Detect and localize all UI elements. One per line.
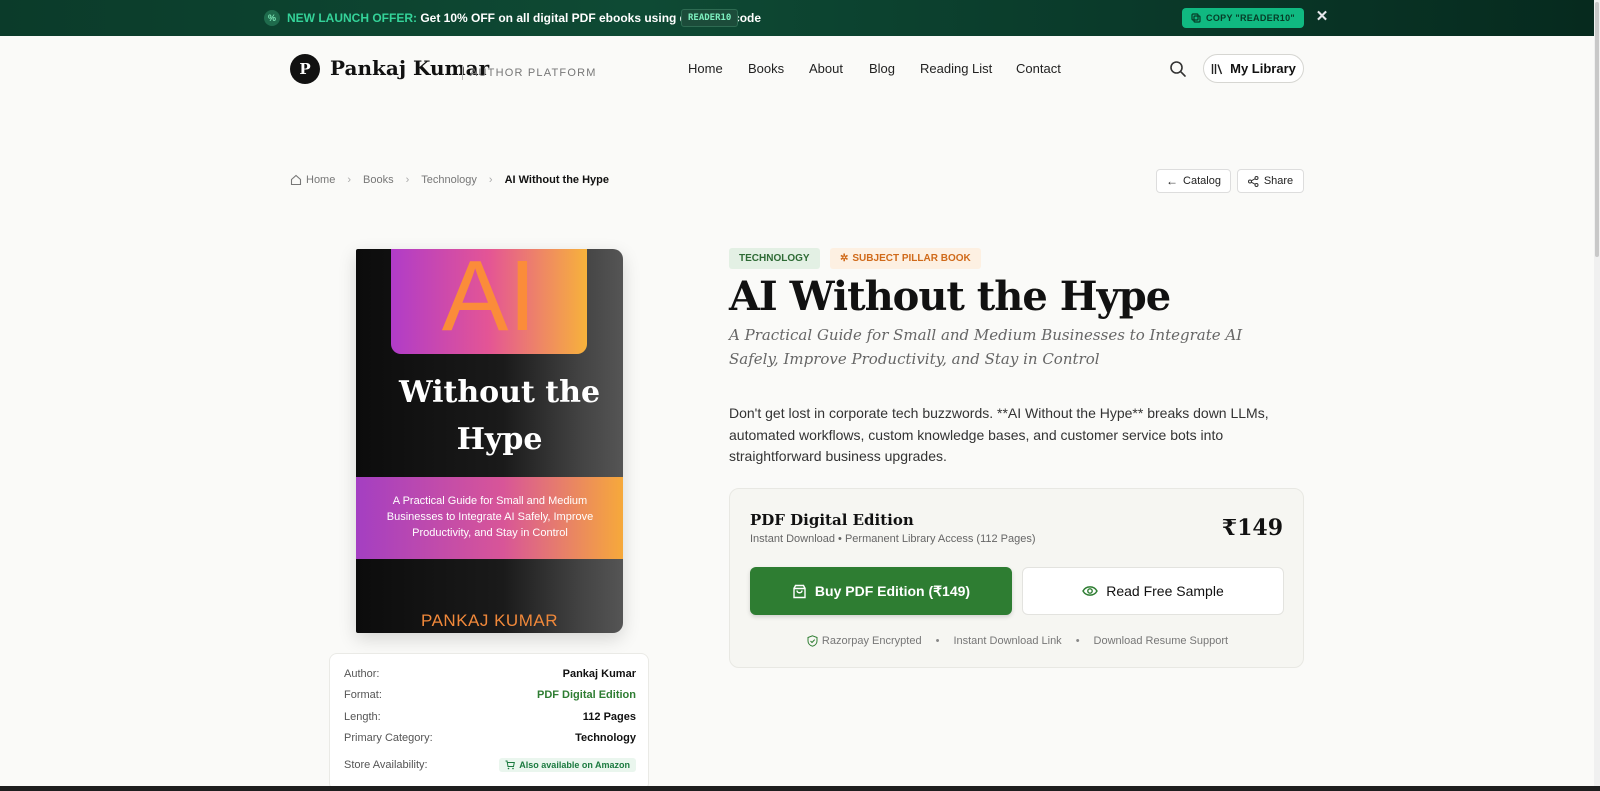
close-promo-button[interactable]: ✕ <box>1314 8 1330 26</box>
nav-contact[interactable]: Contact <box>1016 61 1061 76</box>
nav-books[interactable]: Books <box>748 61 784 76</box>
book-description: Don't get lost in corporate tech buzzwor… <box>729 405 1269 464</box>
amazon-link[interactable]: Also available on Amazon <box>499 758 636 772</box>
separator-dot: • <box>935 635 940 647</box>
purchase-card: PDF Digital Edition Instant Download • P… <box>729 488 1304 668</box>
detail-label: Author: <box>344 668 380 680</box>
nav-blog[interactable]: Blog <box>869 61 895 76</box>
trust-badges: Razorpay Encrypted • Instant Download Li… <box>730 635 1305 647</box>
share-icon <box>1247 175 1259 187</box>
copy-code-label: COPY "READER10" <box>1206 13 1295 23</box>
nav-home[interactable]: Home <box>688 61 723 76</box>
detail-label: Format: <box>344 689 382 701</box>
my-library-button[interactable]: My Library <box>1203 54 1304 83</box>
detail-row-category: Primary Category: Technology <box>344 732 636 744</box>
detail-label: Store Availability: <box>344 759 428 771</box>
cover-title-line2: Hype <box>456 422 543 457</box>
sparkle-icon: ✲ <box>840 253 849 264</box>
cover-title: Without the Hype <box>366 369 623 463</box>
brand-subtitle: AUTHOR PLATFORM <box>470 67 597 79</box>
shopping-bag-icon <box>793 584 806 598</box>
promo-bar: % NEW LAUNCH OFFER: Get 10% OFF on all d… <box>0 0 1594 36</box>
catalog-label: Catalog <box>1183 175 1221 187</box>
buy-pdf-label: Buy PDF Edition (₹149) <box>814 582 971 599</box>
trust-razorpay-label: Razorpay Encrypted <box>821 635 922 647</box>
nav-about[interactable]: About <box>809 61 843 76</box>
detail-label: Length: <box>344 711 381 723</box>
book-subtitle: A Practical Guide for Small and Medium B… <box>729 326 1243 368</box>
brand-name[interactable]: Pankaj Kumar <box>330 56 489 80</box>
category-tag[interactable]: TECHNOLOGY <box>729 248 820 269</box>
breadcrumb-books[interactable]: Books <box>363 174 394 186</box>
share-button[interactable]: Share <box>1237 169 1304 193</box>
breadcrumb-current: AI Without the Hype <box>504 174 609 186</box>
percent-icon: % <box>264 10 280 26</box>
detail-label: Primary Category: <box>344 732 433 744</box>
pillar-tag-label: SUBJECT PILLAR BOOK <box>852 253 971 264</box>
share-label: Share <box>1263 175 1294 187</box>
chevron-right-icon: › <box>488 174 493 186</box>
eye-icon <box>1082 586 1099 596</box>
shield-check-icon <box>807 635 818 647</box>
breadcrumb-home[interactable]: Home <box>306 174 335 186</box>
promo-code: READER10 <box>681 9 739 27</box>
chevron-right-icon: › <box>347 174 352 186</box>
detail-row-store: Store Availability: Also available on Am… <box>344 758 636 772</box>
trust-razorpay: Razorpay Encrypted <box>807 635 922 647</box>
book-title: AI Without the Hype <box>729 273 1171 320</box>
library-icon <box>1211 63 1223 74</box>
pillar-tag: ✲ SUBJECT PILLAR BOOK <box>830 248 981 269</box>
separator-dot: • <box>1075 635 1080 647</box>
arrow-left-icon: ← <box>1166 174 1179 188</box>
home-icon[interactable] <box>290 174 302 186</box>
window-bottom-edge <box>0 786 1600 791</box>
trust-resume-support: Download Resume Support <box>1093 635 1229 647</box>
edition-subtitle: Instant Download • Permanent Library Acc… <box>750 533 1036 545</box>
cart-icon <box>505 760 516 770</box>
detail-row-length: Length: 112 Pages <box>344 711 636 723</box>
breadcrumb: Home › Books › Technology › AI Without t… <box>290 174 609 186</box>
detail-value: PDF Digital Edition <box>537 689 636 701</box>
brand-divider <box>462 66 463 80</box>
price: ₹149 <box>1221 515 1283 541</box>
book-details-card: Author: Pankaj Kumar Format: PDF Digital… <box>329 653 649 791</box>
detail-value: Technology <box>575 732 636 744</box>
detail-row-author: Author: Pankaj Kumar <box>344 668 636 680</box>
scrollbar-thumb[interactable] <box>1595 2 1599 257</box>
cover-author: PANKAJ KUMAR <box>421 611 558 630</box>
search-icon[interactable] <box>1169 60 1187 78</box>
detail-row-format: Format: PDF Digital Edition <box>344 689 636 701</box>
chevron-right-icon: › <box>405 174 410 186</box>
detail-value: Pankaj Kumar <box>562 668 636 680</box>
edition-title: PDF Digital Edition <box>750 511 914 529</box>
detail-value: 112 Pages <box>582 711 636 723</box>
trust-instant-download: Instant Download Link <box>953 635 1062 647</box>
book-cover: AI Without the Hype A Practical Guide fo… <box>356 249 623 633</box>
nav-reading-list[interactable]: Reading List <box>920 61 992 76</box>
cover-title-line1: Without the <box>398 375 601 410</box>
amazon-link-label: Also available on Amazon <box>519 760 630 770</box>
read-sample-label: Read Free Sample <box>1106 583 1224 599</box>
copy-code-button[interactable]: COPY "READER10" <box>1182 8 1304 28</box>
breadcrumb-technology[interactable]: Technology <box>421 174 477 186</box>
buy-pdf-button[interactable]: Buy PDF Edition (₹149) <box>750 567 1012 615</box>
read-sample-button[interactable]: Read Free Sample <box>1022 567 1284 615</box>
cover-subtitle: A Practical Guide for Small and Medium B… <box>386 495 594 539</box>
my-library-label: My Library <box>1230 61 1296 76</box>
copy-icon <box>1191 13 1201 23</box>
cover-ai-text: AI <box>441 249 537 352</box>
logo[interactable]: P <box>290 54 320 84</box>
scrollbar[interactable] <box>1594 0 1600 791</box>
catalog-button[interactable]: ← Catalog <box>1156 169 1231 193</box>
